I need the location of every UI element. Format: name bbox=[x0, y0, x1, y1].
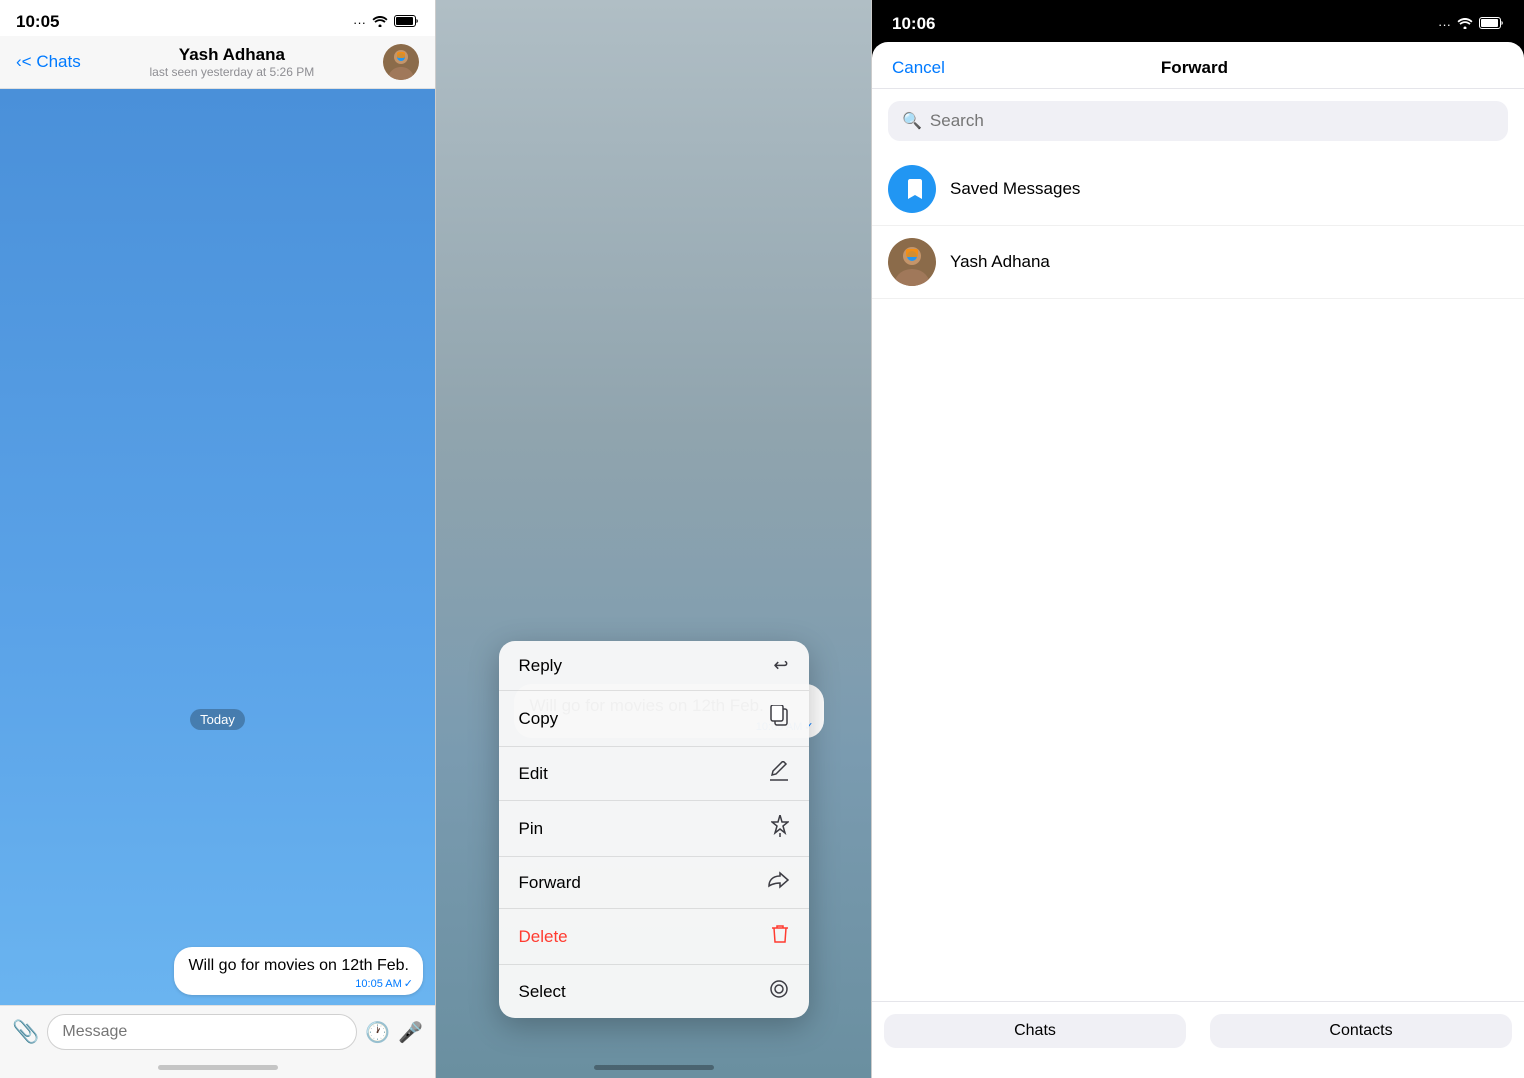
mic-icon[interactable]: 🎤 bbox=[398, 1020, 423, 1045]
message-text: Will go for movies on 12th Feb. bbox=[188, 957, 409, 974]
date-badge: Today bbox=[0, 709, 435, 730]
forward-cancel-button[interactable]: Cancel bbox=[892, 58, 945, 78]
yash-avatar bbox=[888, 238, 936, 286]
delete-label: Delete bbox=[519, 927, 568, 947]
forward-home-indicator bbox=[1138, 1065, 1258, 1070]
contact-status: last seen yesterday at 5:26 PM bbox=[81, 65, 383, 79]
pin-label: Pin bbox=[519, 819, 544, 839]
yash-contact-name: Yash Adhana bbox=[950, 252, 1050, 272]
forward-header: Cancel Forward bbox=[872, 42, 1524, 89]
chat-panel: 10:05 ··· ‹ < Chats bbox=[0, 0, 436, 1078]
reply-label: Reply bbox=[519, 656, 562, 676]
back-label[interactable]: < Chats bbox=[22, 52, 81, 72]
forward-contact-item-yash[interactable]: Yash Adhana bbox=[872, 226, 1524, 299]
message-input[interactable] bbox=[47, 1014, 357, 1050]
message-time: 10:05 AM bbox=[355, 978, 401, 990]
chat-back-button[interactable]: ‹ < Chats bbox=[16, 52, 81, 72]
select-icon bbox=[769, 979, 789, 1004]
forward-tab-chats[interactable]: Chats bbox=[884, 1014, 1186, 1048]
home-indicator bbox=[158, 1065, 278, 1070]
context-menu-delete[interactable]: Delete bbox=[499, 909, 809, 965]
forward-search-bar[interactable]: 🔍 bbox=[888, 101, 1508, 141]
forward-saved-messages-item[interactable]: Saved Messages bbox=[872, 153, 1524, 226]
chat-body: Today Will go for movies on 12th Feb. 10… bbox=[0, 89, 435, 1005]
forward-status-bar: 10:06 ··· bbox=[872, 0, 1524, 38]
forward-search-input[interactable] bbox=[930, 111, 1494, 131]
chat-time: 10:05 bbox=[16, 12, 59, 32]
context-panel: Will go for movies on 12th Feb. 10:05 AM… bbox=[436, 0, 872, 1078]
attach-icon[interactable]: 📎 bbox=[12, 1019, 39, 1045]
pin-icon bbox=[771, 815, 789, 842]
reply-icon: ↩ bbox=[773, 655, 788, 676]
forward-wifi-icon bbox=[1457, 17, 1473, 32]
context-menu-reply[interactable]: Reply ↩ bbox=[499, 641, 809, 691]
chat-status-icons: ··· bbox=[353, 15, 419, 30]
context-menu-select[interactable]: Select bbox=[499, 965, 809, 1018]
forward-label: Forward bbox=[519, 873, 581, 893]
search-icon: 🔍 bbox=[902, 111, 922, 131]
forward-battery-icon bbox=[1479, 17, 1504, 32]
checkmark-icon: ✓ bbox=[404, 977, 413, 990]
forward-contact-list: Saved Messages Yash Adhana bbox=[872, 153, 1524, 1001]
context-menu-pin[interactable]: Pin bbox=[499, 801, 809, 857]
chat-header: ‹ < Chats Yash Adhana last seen yesterda… bbox=[0, 36, 435, 89]
forward-signal-icon: ··· bbox=[1438, 17, 1451, 32]
battery-icon bbox=[394, 15, 419, 30]
forward-title: Forward bbox=[1161, 58, 1228, 78]
context-home-indicator bbox=[594, 1065, 714, 1070]
forward-icon bbox=[767, 871, 789, 894]
copy-icon bbox=[769, 705, 789, 732]
signal-icon: ··· bbox=[353, 15, 366, 30]
forward-sheet: Cancel Forward 🔍 Saved Messages bbox=[872, 42, 1524, 1078]
delete-icon bbox=[771, 923, 789, 950]
context-menu-copy[interactable]: Copy bbox=[499, 691, 809, 747]
copy-label: Copy bbox=[519, 709, 559, 729]
forward-status-icons: ··· bbox=[1438, 17, 1504, 32]
forward-time: 10:06 bbox=[892, 14, 935, 34]
forward-tab-contacts[interactable]: Contacts bbox=[1210, 1014, 1512, 1048]
message-meta: 10:05 AM ✓ bbox=[355, 977, 413, 990]
message-bubble[interactable]: Will go for movies on 12th Feb. 10:05 AM… bbox=[174, 947, 423, 995]
saved-messages-name: Saved Messages bbox=[950, 179, 1080, 199]
context-menu-forward[interactable]: Forward bbox=[499, 857, 809, 909]
select-label: Select bbox=[519, 982, 566, 1002]
saved-messages-avatar bbox=[888, 165, 936, 213]
emoji-icon[interactable]: 🕐 bbox=[365, 1020, 390, 1045]
chat-header-center: Yash Adhana last seen yesterday at 5:26 … bbox=[81, 45, 383, 79]
edit-label: Edit bbox=[519, 764, 548, 784]
edit-icon bbox=[769, 761, 789, 786]
wifi-icon bbox=[372, 15, 388, 30]
forward-panel: 10:06 ··· Cancel Forwa bbox=[872, 0, 1524, 1078]
contact-name: Yash Adhana bbox=[81, 45, 383, 65]
chat-status-bar: 10:05 ··· bbox=[0, 0, 435, 36]
context-menu: Reply ↩ Copy Edit Pin bbox=[499, 641, 809, 1018]
date-label: Today bbox=[190, 709, 245, 730]
context-menu-edit[interactable]: Edit bbox=[499, 747, 809, 801]
avatar[interactable] bbox=[383, 44, 419, 80]
